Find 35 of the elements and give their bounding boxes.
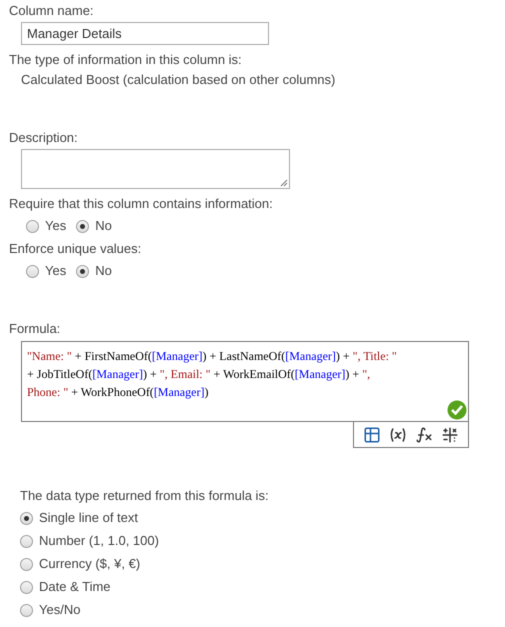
radio-button[interactable] xyxy=(20,580,33,594)
radio-label: Single line of text xyxy=(39,510,138,526)
type-value: Calculated Boost (calculation based on other columns) xyxy=(21,72,336,88)
formula-field[interactable]: "Name: " + FirstNameOf([Manager]) + LastNameOf([Manager]) + ", Title: " + JobTitleOf([Manager]) + ", Email: " + WorkEmailOf([Manager]) + ", Phone: " + WorkPhoneOf([Manager]) xyxy=(21,341,469,422)
field-label: The data type returned from this formula is: xyxy=(20,488,270,504)
variable-icon[interactable] xyxy=(389,426,407,444)
radio-button[interactable] xyxy=(26,220,39,232)
math-symbols-icon[interactable] xyxy=(441,426,459,444)
radio-label: No xyxy=(95,263,112,279)
description-field[interactable] xyxy=(21,149,290,189)
field-label: The type of information in this column is: xyxy=(9,52,243,68)
radio-button[interactable] xyxy=(20,558,33,570)
field-label: Description: xyxy=(9,130,79,146)
radio-label: Yes xyxy=(45,263,66,279)
radio-label: Date & Time xyxy=(39,579,111,595)
radio-button[interactable] xyxy=(76,264,90,278)
radio-label: No xyxy=(95,218,112,234)
radio-label: Currency ($, ¥, €) xyxy=(39,556,140,572)
column-name-field[interactable]: Manager Details xyxy=(21,22,269,45)
radio-label: Number (1, 1.0, 100) xyxy=(39,533,159,549)
field-label: Formula: xyxy=(9,321,62,337)
radio-button[interactable] xyxy=(20,512,33,524)
radio-label: Yes/No xyxy=(39,602,80,618)
field-label: Column name: xyxy=(9,3,95,19)
formula-text: "Name: " + FirstNameOf([Manager]) + LastNameOf([Manager]) + ", Title: " + JobTitleOf([Manager]) + ", Email: " + WorkEmailOf([Manager]) + ", Phone: " + WorkPhoneOf([Manager]) xyxy=(27,348,398,401)
field-label: Enforce unique values: xyxy=(9,241,142,257)
radio-button[interactable] xyxy=(20,604,33,616)
radio-button[interactable] xyxy=(76,220,90,232)
radio-label: Yes xyxy=(45,218,66,234)
field-label: Require that this column contains information: xyxy=(9,196,274,212)
radio-button[interactable] xyxy=(20,534,33,548)
radio-button[interactable] xyxy=(26,264,39,278)
function-icon[interactable] xyxy=(415,426,433,444)
table-icon[interactable] xyxy=(363,426,381,444)
resize-grip-icon[interactable] xyxy=(280,179,288,187)
